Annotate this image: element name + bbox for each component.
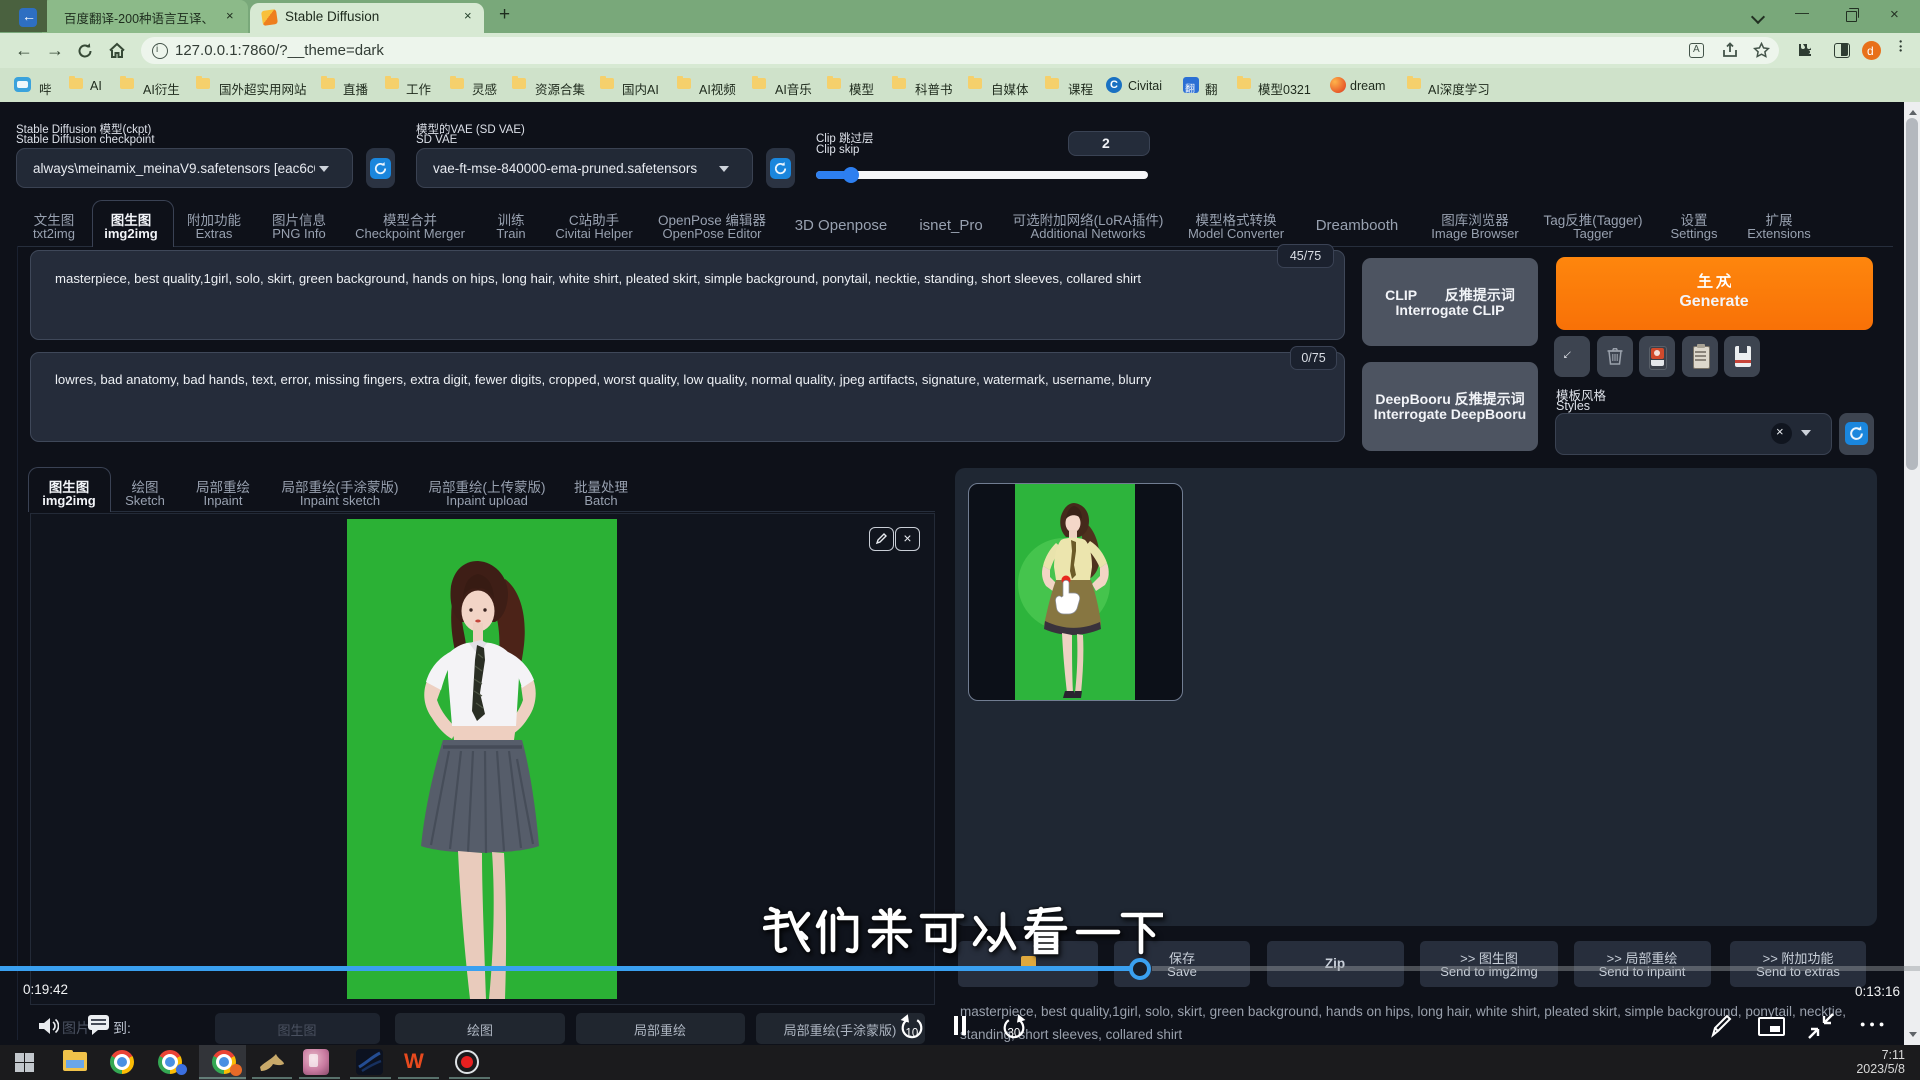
svg-text:10: 10 bbox=[906, 1028, 919, 1040]
svg-text:30: 30 bbox=[1008, 1028, 1021, 1040]
